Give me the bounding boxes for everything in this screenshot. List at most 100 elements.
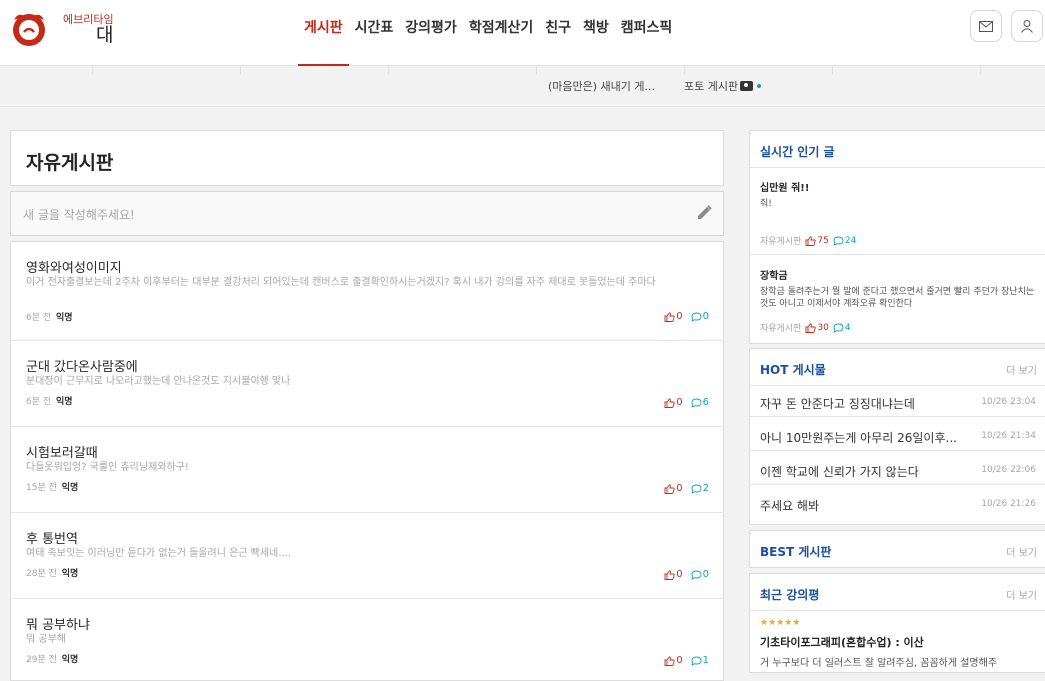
- submenu-freshman-board[interactable]: (마음만은) 새내기 게...: [548, 78, 655, 94]
- school-name[interactable]: 대: [96, 20, 113, 47]
- divider: [240, 66, 241, 74]
- board-submenu: (마음만은) 새내기 게... 포토 게시판: [0, 66, 1045, 107]
- list-item[interactable]: 후 통번역 여태 족보잇는 이러닝만 듣다가 없는거 들을려니 은근 빡세네..…: [11, 513, 723, 599]
- nav-board[interactable]: 게시판: [298, 0, 349, 67]
- hot-post-row[interactable]: 주세요 해봐 10/26 21:26: [750, 489, 1045, 519]
- camera-icon: [740, 81, 754, 91]
- post-counts: 0 2: [664, 483, 709, 494]
- list-item[interactable]: 군대 갔다온사람중에 분대장이 근무지로 나오라고했는데 안나온것도 지시불이행…: [11, 341, 723, 427]
- hot-post-row[interactable]: 자꾸 돈 안준다고 징징대냐는데 10/26 23:04: [750, 387, 1045, 417]
- hot-post-time: 10/26 23:04: [981, 397, 1036, 407]
- post-preview: 이거 전자출결보는데 2주차 이후부터는 대부분 결강처리 되어있는데 캔버스로…: [26, 277, 656, 288]
- popular-post[interactable]: 십만원 줘!! 줘!: [760, 179, 1040, 210]
- nav-grade-calculator[interactable]: 학점계산기: [463, 0, 539, 66]
- popular-post-body: 줘!: [760, 199, 772, 209]
- card-title[interactable]: 최근 강의평: [760, 586, 819, 603]
- message-button[interactable]: [970, 10, 1002, 42]
- star-icon: ★: [768, 618, 777, 628]
- comment-icon: [833, 236, 844, 246]
- post-time: 15분 전: [26, 483, 57, 493]
- post-preview: 다들옷뭐입엉? 국룰인 츄리닝제외하구!: [26, 462, 189, 473]
- page-title: 자유게시판: [26, 152, 114, 174]
- card-header: 최근 강의평 더 보기: [750, 574, 1045, 611]
- thumbs-up-icon: [664, 569, 675, 580]
- comment-count: 6: [691, 397, 709, 408]
- main-nav: 게시판 시간표 강의평가 학점계산기 친구 책방 캠퍼스픽: [298, 0, 679, 67]
- post-author: 익명: [56, 397, 73, 407]
- post-author: 익명: [56, 313, 73, 323]
- submenu-photo-board[interactable]: 포토 게시판: [684, 78, 762, 94]
- best-board-card: BEST 게시판 더 보기: [749, 530, 1045, 568]
- more-link[interactable]: 더 보기: [1006, 587, 1037, 602]
- post-title: 후 통번역: [26, 532, 78, 547]
- comment-icon: [691, 484, 702, 494]
- card-title[interactable]: BEST 게시판: [760, 543, 831, 560]
- nav-bookstore[interactable]: 책방: [577, 0, 615, 66]
- vote-count: 0: [664, 397, 683, 408]
- thumbs-up-icon: [664, 397, 675, 408]
- card-title[interactable]: HOT 게시물: [760, 361, 826, 378]
- post-author: 익명: [61, 655, 79, 665]
- top-header: 에브리타임 대 게시판 시간표 강의평가 학점계산기 친구 책방 캠퍼스픽: [0, 0, 1045, 67]
- vote-count: 0: [664, 483, 683, 494]
- more-link[interactable]: 더 보기: [1006, 362, 1037, 377]
- list-item[interactable]: 시험보러갈때 다들옷뭐입엉? 국룰인 츄리닝제외하구! 15분 전 익명 0 2: [11, 427, 723, 513]
- new-dot-icon: [757, 84, 762, 88]
- hot-post-time: 10/26 22:06: [981, 465, 1036, 475]
- post-counts: 0 0: [664, 569, 709, 580]
- star-icon: ★: [792, 618, 801, 628]
- popular-post-board: 자유게시판: [760, 324, 802, 334]
- post-meta: 15분 전 익명: [26, 480, 78, 493]
- comment-count: 0: [691, 311, 709, 322]
- comment-icon: [691, 570, 702, 580]
- post-title: 뭐 공부하냐: [26, 618, 90, 633]
- popular-posts-card: 실시간 인기 글 십만원 줘!! 줘! 자유게시판 75 24 장학금 장학금 …: [749, 130, 1045, 344]
- post-author: 익명: [61, 569, 79, 579]
- more-link[interactable]: 더 보기: [1006, 544, 1037, 559]
- nav-timetable[interactable]: 시간표: [349, 0, 400, 66]
- vote-count: 0: [664, 655, 683, 666]
- popular-post-board: 자유게시판: [760, 237, 802, 247]
- card-header: HOT 게시물 더 보기: [750, 349, 1045, 386]
- pencil-icon[interactable]: [695, 204, 713, 222]
- hot-post-row[interactable]: 이젠 학교에 신뢰가 가지 않는다 10/26 22:06: [750, 455, 1045, 485]
- nav-friends[interactable]: 친구: [539, 0, 577, 66]
- photo-board-label: 포토 게시판: [684, 80, 739, 93]
- card-title[interactable]: 실시간 인기 글: [760, 143, 835, 160]
- post-meta: 29분 전 익명: [26, 652, 78, 665]
- write-post-input[interactable]: 새 글을 작성해주세요!: [10, 191, 724, 236]
- review-course-title[interactable]: 기초타이포그래피(혼합수업) : 이산: [760, 634, 924, 650]
- star-rating: ★★★★★: [760, 618, 800, 628]
- comment-count: 4: [833, 323, 851, 333]
- hot-post-time: 10/26 21:34: [981, 431, 1036, 441]
- post-title: 군대 갔다온사람중에: [26, 360, 138, 375]
- list-item[interactable]: 영화와여성이미지 이거 전자출결보는데 2주차 이후부터는 대부분 결강처리 되…: [11, 242, 723, 341]
- recent-reviews-card: 최근 강의평 더 보기 ★★★★★ 기초타이포그래피(혼합수업) : 이산 거 …: [749, 573, 1045, 673]
- post-time: 6분 전: [26, 397, 52, 407]
- post-time: 29분 전: [26, 655, 57, 665]
- everytime-logo-icon[interactable]: [10, 9, 48, 47]
- list-item[interactable]: 뭐 공부하냐 뭐 공부해 29분 전 익명 0 1: [11, 599, 723, 680]
- envelope-icon: [979, 20, 993, 32]
- hot-post-title: 이젠 학교에 신뢰가 가지 않는다: [760, 465, 919, 479]
- nav-campuspick[interactable]: 캠퍼스픽: [615, 0, 679, 66]
- hot-post-title: 주세요 해봐: [760, 499, 820, 513]
- hot-post-row[interactable]: 아니 10만원주는게 아무리 26일이후... 10/26 21:34: [750, 421, 1045, 451]
- post-time: 28분 전: [26, 569, 57, 579]
- post-author: 익명: [61, 483, 79, 493]
- comment-icon: [691, 656, 702, 666]
- hot-post-title: 자꾸 돈 안준다고 징징대냐는데: [760, 397, 915, 411]
- hot-post-time: 10/26 21:26: [981, 499, 1036, 509]
- divider: [92, 66, 93, 74]
- thumbs-up-icon: [664, 655, 675, 666]
- popular-post[interactable]: 장학금 장학금 돌려주는거 뭘 말에 준다고 했으면서 줄거면 빨리 주던가 장…: [760, 267, 1040, 310]
- post-counts: 0 6: [664, 397, 709, 408]
- star-icon: ★: [760, 618, 769, 628]
- nav-lecture-review[interactable]: 강의평가: [399, 0, 463, 66]
- post-preview: 분대장이 근무지로 나오라고했는데 안나온것도 지시불이행 맞나: [26, 376, 291, 387]
- post-title: 영화와여성이미지: [26, 261, 122, 276]
- my-page-button[interactable]: [1011, 10, 1043, 42]
- board-title-box: 자유게시판: [10, 130, 724, 186]
- post-time: 6분 전: [26, 313, 52, 323]
- write-placeholder: 새 글을 작성해주세요!: [23, 208, 135, 222]
